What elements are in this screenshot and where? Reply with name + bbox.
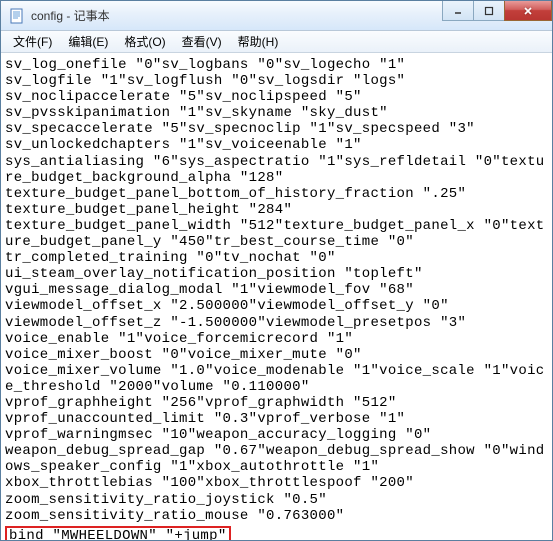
- menu-edit[interactable]: 编辑(E): [60, 31, 116, 52]
- menu-format[interactable]: 格式(O): [116, 31, 173, 52]
- menu-view[interactable]: 查看(V): [174, 31, 230, 52]
- maximize-button[interactable]: [473, 1, 505, 21]
- titlebar[interactable]: config - 记事本: [1, 1, 552, 31]
- minimize-button[interactable]: [442, 1, 474, 21]
- notepad-icon: [9, 8, 25, 24]
- menu-file[interactable]: 文件(F): [5, 31, 60, 52]
- notepad-window: config - 记事本 文件(F) 编辑(E) 格式(O) 查看(V) 帮助(…: [0, 0, 553, 541]
- config-text[interactable]: sv_log_onefile "0"sv_logbans "0"sv_logec…: [5, 57, 546, 524]
- close-button[interactable]: [504, 1, 552, 21]
- menubar: 文件(F) 编辑(E) 格式(O) 查看(V) 帮助(H): [1, 31, 552, 53]
- window-controls: [443, 1, 552, 30]
- highlighted-line[interactable]: bind "MWHEELDOWN" "+jump": [5, 526, 231, 540]
- text-area[interactable]: sv_log_onefile "0"sv_logbans "0"sv_logec…: [1, 53, 552, 540]
- window-title: config - 记事本: [31, 7, 443, 24]
- menu-help[interactable]: 帮助(H): [230, 31, 287, 52]
